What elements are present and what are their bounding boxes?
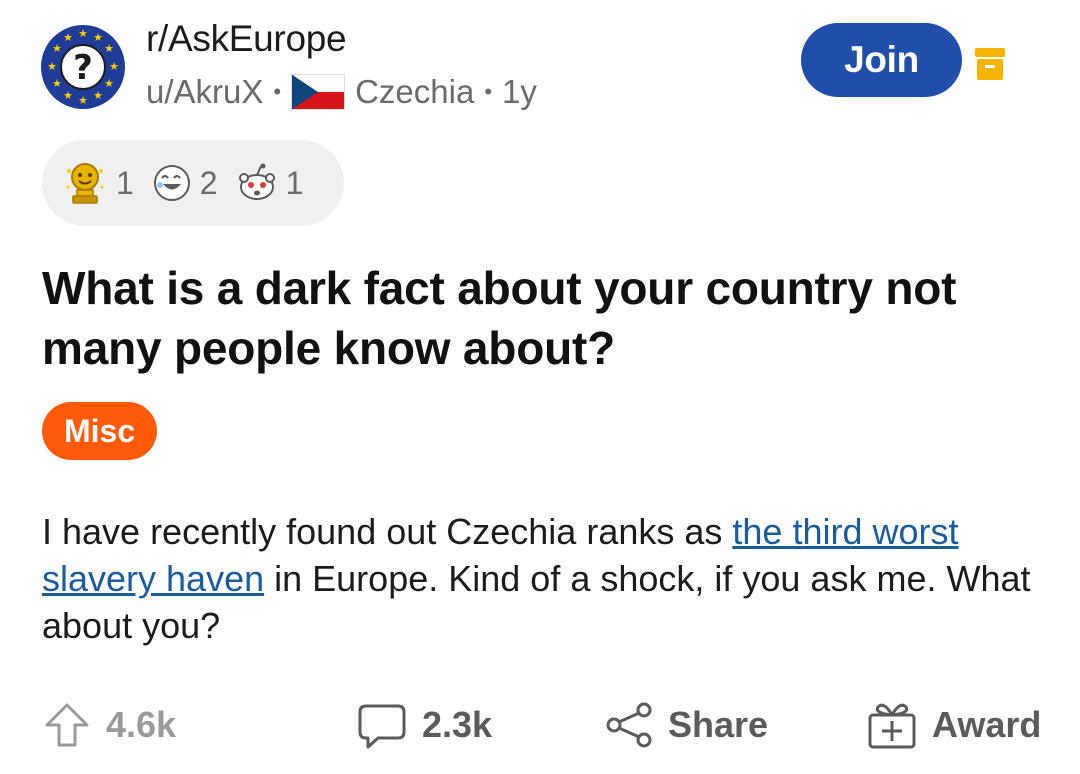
snoo-shocked-icon	[238, 163, 275, 200]
post-body-text-start: I have recently found out Czechia ranks …	[42, 511, 733, 552]
svg-text:★: ★	[52, 77, 62, 90]
award-laughing[interactable]: 2	[152, 163, 218, 203]
award-label: Award	[932, 704, 1042, 745]
award-laughing-count: 2	[199, 164, 218, 201]
share-label: Share	[668, 704, 769, 745]
award-gold[interactable]: 1	[64, 161, 134, 205]
award-snoo-count: 1	[285, 164, 304, 201]
subreddit-name[interactable]: r/AskEurope	[146, 18, 347, 60]
post-header: ? ★ ★ ★ ★ ★ ★ ★ ★ ★ ★ ★ ★ r/AskEurope u/…	[0, 0, 1080, 130]
comment-bubble-icon	[358, 704, 406, 749]
upvote-button[interactable]: 4.6k	[42, 690, 176, 760]
svg-text:★: ★	[109, 60, 119, 73]
award-snoo[interactable]: 1	[236, 163, 304, 203]
post-meta: u/AkruX • Czechia • 1y	[146, 70, 537, 114]
post-body: I have recently found out Czechia ranks …	[42, 508, 1042, 649]
separator-dot: •	[484, 79, 493, 104]
svg-text:★: ★	[78, 94, 88, 107]
share-button[interactable]: Share	[604, 690, 768, 760]
subreddit-avatar-icon[interactable]: ? ★ ★ ★ ★ ★ ★ ★ ★ ★ ★ ★ ★	[40, 24, 126, 110]
comment-count: 2.3k	[422, 704, 493, 745]
svg-text:★: ★	[78, 27, 88, 40]
share-icon	[606, 702, 652, 748]
post-age: 1y	[502, 73, 537, 110]
archive-icon[interactable]	[974, 46, 1006, 82]
separator-dot: •	[273, 79, 282, 104]
join-button[interactable]: Join	[801, 23, 962, 97]
svg-text:★: ★	[63, 31, 73, 44]
post-flair-badge[interactable]: Misc	[42, 402, 158, 460]
upvote-arrow-icon	[45, 703, 89, 747]
award-button[interactable]: Award	[866, 690, 1041, 760]
svg-text:★: ★	[104, 77, 114, 90]
awards-bar[interactable]: 1 2 1	[42, 140, 344, 226]
svg-text:?: ?	[73, 48, 93, 88]
user-flair-country: Czechia	[355, 73, 475, 110]
post-title[interactable]: What is a dark fact about your country n…	[42, 258, 1042, 378]
svg-text:★: ★	[93, 31, 103, 44]
gift-icon	[868, 703, 916, 749]
gold-trophy-icon	[66, 163, 104, 204]
author-name[interactable]: u/AkruX	[146, 73, 263, 111]
czech-flag-icon	[291, 74, 346, 110]
award-gold-count: 1	[116, 164, 134, 201]
laughing-face-icon	[153, 165, 190, 201]
svg-text:★: ★	[52, 42, 62, 55]
svg-text:★: ★	[63, 89, 73, 102]
upvote-count: 4.6k	[106, 704, 177, 745]
svg-text:★: ★	[93, 89, 103, 102]
svg-text:★: ★	[47, 60, 57, 73]
svg-text:★: ★	[104, 42, 114, 55]
comments-button[interactable]: 2.3k	[356, 690, 492, 760]
